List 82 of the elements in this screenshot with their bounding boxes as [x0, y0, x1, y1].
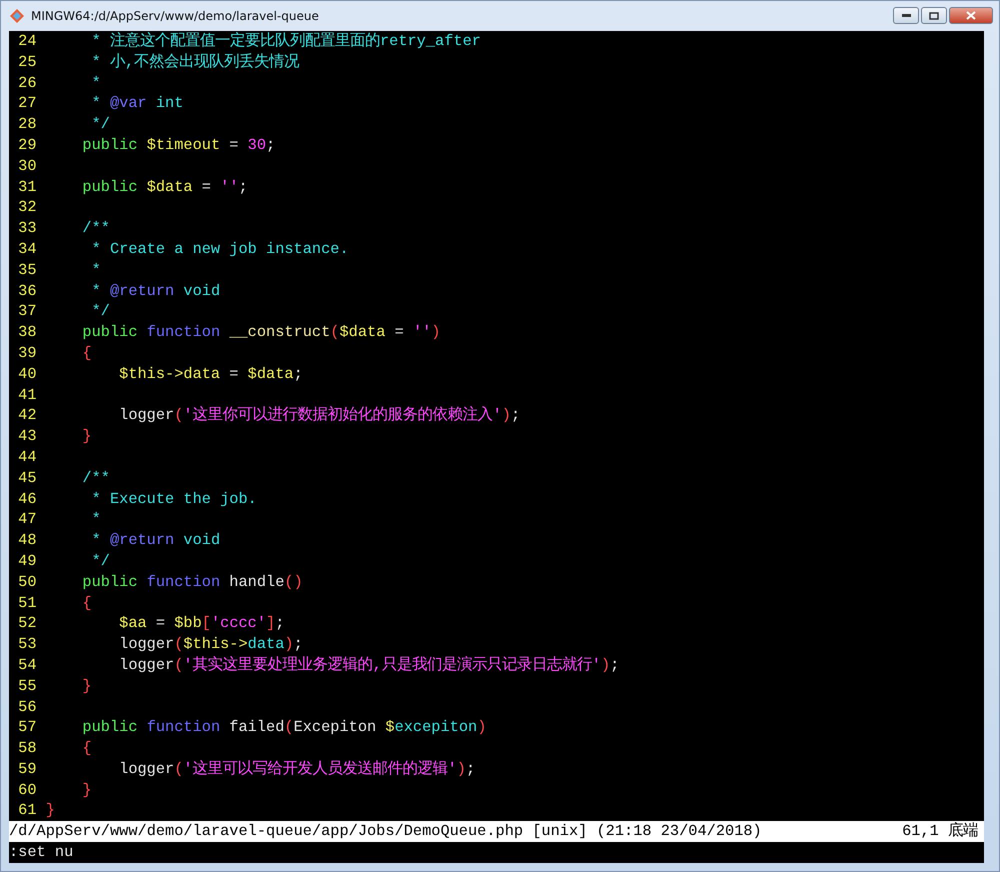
line-number: 24	[18, 31, 37, 52]
code-line: */	[90, 301, 110, 322]
line-number: 43	[18, 426, 37, 447]
line-number: 25	[18, 52, 37, 73]
code-line: $this->data = $data;	[118, 364, 303, 385]
line-number: 51	[18, 592, 37, 614]
maximize-button[interactable]	[921, 7, 947, 24]
cursor-position: 61,1 底端	[902, 821, 978, 842]
line-number: 36	[18, 280, 37, 302]
line-number: 42	[18, 405, 37, 426]
line-number: 50	[18, 572, 37, 593]
code-line: * Create a new job instance.	[90, 238, 349, 260]
line-number: 61	[18, 800, 37, 822]
code-line: *	[90, 72, 101, 94]
code-line: {	[81, 592, 92, 614]
line-number: 52	[18, 613, 37, 634]
code-line: /**	[81, 218, 110, 239]
line-number: 32	[18, 197, 37, 218]
line-number: 33	[18, 218, 37, 239]
code-line: }	[46, 800, 55, 822]
command-line: :set nu	[9, 843, 74, 862]
code-line: *	[90, 260, 101, 281]
code-line: /**	[81, 468, 110, 489]
line-number: 28	[18, 114, 37, 135]
code-line: public $data = '';	[81, 176, 248, 198]
code-line: $aa = $bb['cccc'];	[118, 613, 284, 634]
line-number: 56	[18, 696, 37, 718]
code-line: */	[90, 550, 110, 572]
line-number: 46	[18, 488, 37, 510]
code-line: * @return void	[90, 280, 220, 302]
code-line: * @var int	[90, 93, 184, 114]
line-number: 34	[18, 238, 37, 260]
minimize-icon	[902, 14, 910, 17]
line-number: 37	[18, 301, 37, 322]
code-line: }	[81, 426, 92, 447]
code-line: logger('这里你可以进行数据初始化的服务的依赖注入');	[118, 405, 520, 426]
code-line: * @return void	[90, 530, 220, 551]
code-line: public function handle()	[81, 572, 303, 593]
line-number: 26	[18, 72, 37, 94]
line-number: 39	[18, 342, 37, 364]
line-number: 59	[18, 758, 37, 780]
line-number: 41	[18, 384, 37, 406]
code-line: *	[90, 509, 101, 530]
line-number: 44	[18, 446, 37, 468]
code-line: public function __construct($data = '')	[81, 322, 440, 343]
line-number: 30	[18, 156, 37, 177]
line-number: 48	[18, 530, 37, 551]
line-number: 60	[18, 780, 37, 800]
line-number: 58	[18, 738, 37, 759]
code-line: logger('这里可以写给开发人员发送邮件的逻辑');	[118, 758, 476, 780]
line-number: 35	[18, 260, 37, 281]
file-status: /d/AppServ/www/demo/laravel-queue/app/Jobs/DemoQueue.php [unix] (21:18 23/04/2018)	[9, 821, 762, 842]
app-icon	[9, 8, 25, 24]
close-icon	[966, 11, 976, 20]
code-line: * Execute the job.	[90, 488, 257, 510]
window-title: MINGW64:/d/AppServ/www/demo/laravel-queue	[31, 8, 319, 25]
code-line: {	[81, 342, 92, 364]
line-number: 57	[18, 717, 37, 738]
code-line: * 注意这个配置值一定要比队列配置里面的retry_after	[90, 31, 481, 52]
code-line: }	[81, 676, 92, 696]
line-number: 38	[18, 322, 37, 343]
line-number: 53	[18, 634, 37, 655]
line-number: 49	[18, 550, 37, 572]
code-line: logger($this->data);	[118, 634, 303, 655]
line-number: 55	[18, 676, 37, 696]
line-number: 27	[18, 93, 37, 114]
code-line: logger('其实这里要处理业务逻辑的,只是我们是演示只记录日志就行');	[118, 654, 620, 676]
maximize-icon	[929, 12, 939, 20]
code-line: {	[81, 738, 92, 759]
code-line: * 小,不然会出现队列丢失情况	[90, 52, 300, 73]
code-line: }	[81, 780, 92, 800]
line-number: 29	[18, 134, 37, 156]
line-number: 47	[18, 509, 37, 530]
code-line: */	[90, 114, 110, 135]
line-number: 54	[18, 654, 37, 676]
line-number: 31	[18, 176, 37, 198]
line-number: 45	[18, 468, 37, 489]
close-button[interactable]	[949, 7, 993, 24]
minimize-button[interactable]	[893, 7, 919, 24]
line-number: 40	[18, 364, 37, 385]
code-line: public $timeout = 30;	[81, 134, 276, 156]
code-line: public function failed(Excepiton $excepiton)	[81, 717, 486, 738]
